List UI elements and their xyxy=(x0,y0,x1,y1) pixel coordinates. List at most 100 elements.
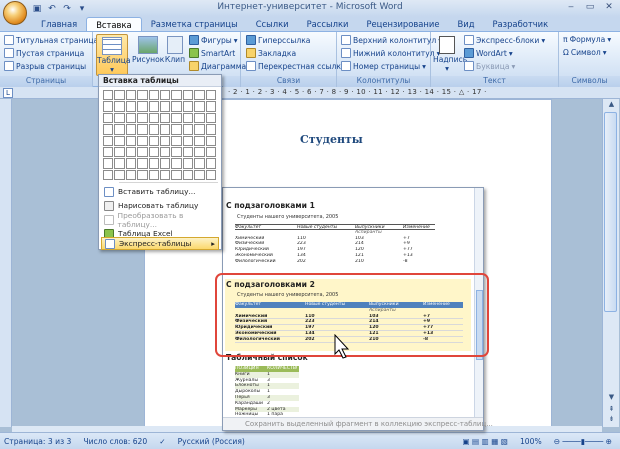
grid-cell[interactable] xyxy=(182,90,194,101)
wordart-button[interactable]: WordArt ▾ xyxy=(464,48,513,58)
minimize-icon[interactable]: ‒ xyxy=(562,1,580,14)
grid-cell[interactable] xyxy=(182,124,194,135)
quickparts-button[interactable]: Экспресс-блоки ▾ xyxy=(464,35,545,45)
grid-cell[interactable] xyxy=(194,146,205,158)
grid-cell[interactable] xyxy=(171,146,182,158)
bookmark-button[interactable]: Закладка xyxy=(246,48,296,58)
scroll-thumb[interactable] xyxy=(604,112,617,312)
next-page-icon[interactable]: ⇟ xyxy=(605,415,618,427)
grid-cell[interactable] xyxy=(125,135,137,146)
grid-cell[interactable] xyxy=(159,124,171,135)
scroll-down-icon[interactable]: ▼ xyxy=(605,393,618,405)
clip-button[interactable]: Клип xyxy=(163,34,187,76)
grid-cell[interactable] xyxy=(103,101,114,112)
grid-cell[interactable] xyxy=(159,101,171,112)
grid-cell[interactable] xyxy=(137,124,148,135)
grid-cell[interactable] xyxy=(171,90,182,101)
spellcheck-icon[interactable]: ✓ xyxy=(159,437,165,446)
tab-selector-icon[interactable]: L xyxy=(3,88,13,98)
table-grid-picker[interactable] xyxy=(103,90,216,181)
grid-cell[interactable] xyxy=(148,124,159,135)
tab-home[interactable]: Главная xyxy=(32,17,86,32)
grid-cell[interactable] xyxy=(171,112,182,124)
word-count[interactable]: Число слов: 620 xyxy=(83,437,147,446)
tab-mailings[interactable]: Рассылки xyxy=(298,17,358,32)
grid-cell[interactable] xyxy=(194,124,205,135)
grid-cell[interactable] xyxy=(194,101,205,112)
shapes-button[interactable]: Фигуры ▾ xyxy=(189,35,238,45)
grid-cell[interactable] xyxy=(114,146,125,158)
grid-cell[interactable] xyxy=(205,158,216,169)
grid-cell[interactable] xyxy=(159,112,171,124)
zoom-slider[interactable]: ⊖ ────▮──── ⊕ xyxy=(554,437,612,446)
grid-cell[interactable] xyxy=(159,158,171,169)
tab-view[interactable]: Вид xyxy=(449,17,484,32)
header-button[interactable]: Верхний колонтитул▾ xyxy=(341,35,442,45)
grid-cell[interactable] xyxy=(114,90,125,101)
grid-cell[interactable] xyxy=(137,158,148,169)
grid-cell[interactable] xyxy=(171,101,182,112)
grid-cell[interactable] xyxy=(103,146,114,158)
textbox-button[interactable]: Надпись ▾ xyxy=(433,34,467,76)
grid-cell[interactable] xyxy=(171,158,182,169)
tab-references[interactable]: Ссылки xyxy=(247,17,298,32)
grid-cell[interactable] xyxy=(148,112,159,124)
grid-cell[interactable] xyxy=(137,90,148,101)
grid-cell[interactable] xyxy=(114,112,125,124)
grid-cell[interactable] xyxy=(171,169,182,181)
grid-cell[interactable] xyxy=(159,146,171,158)
symbol-button[interactable]: Ω Символ ▾ xyxy=(563,48,607,57)
grid-cell[interactable] xyxy=(137,135,148,146)
grid-cell[interactable] xyxy=(125,158,137,169)
page-number-button[interactable]: Номер страницы ▾ xyxy=(341,61,426,71)
grid-cell[interactable] xyxy=(148,101,159,112)
grid-cell[interactable] xyxy=(182,169,194,181)
grid-cell[interactable] xyxy=(114,135,125,146)
hyperlink-button[interactable]: Гиперссылка xyxy=(246,35,310,45)
crossref-button[interactable]: Перекрестная ссылка xyxy=(246,61,346,71)
grid-cell[interactable] xyxy=(103,124,114,135)
grid-cell[interactable] xyxy=(114,101,125,112)
grid-cell[interactable] xyxy=(182,101,194,112)
page-break-button[interactable]: Разрыв страницы xyxy=(4,61,86,71)
grid-cell[interactable] xyxy=(148,90,159,101)
grid-cell[interactable] xyxy=(205,124,216,135)
grid-cell[interactable] xyxy=(103,135,114,146)
grid-cell[interactable] xyxy=(182,158,194,169)
grid-cell[interactable] xyxy=(114,124,125,135)
grid-cell[interactable] xyxy=(114,169,125,181)
grid-cell[interactable] xyxy=(205,169,216,181)
grid-cell[interactable] xyxy=(137,112,148,124)
grid-cell[interactable] xyxy=(182,112,194,124)
maximize-icon[interactable]: ▭ xyxy=(581,1,599,14)
close-icon[interactable]: ✕ xyxy=(600,1,618,14)
grid-cell[interactable] xyxy=(194,112,205,124)
grid-cell[interactable] xyxy=(205,112,216,124)
table-button[interactable]: Таблица ▾ xyxy=(96,34,131,76)
grid-cell[interactable] xyxy=(159,90,171,101)
grid-cell[interactable] xyxy=(194,158,205,169)
grid-cell[interactable] xyxy=(148,135,159,146)
quick-tables-item[interactable]: Экспресс-таблицы ▸ xyxy=(101,237,219,250)
view-buttons[interactable]: ▣ ▤ ▥ ▦ ▧ xyxy=(462,437,508,446)
grid-cell[interactable] xyxy=(194,169,205,181)
grid-cell[interactable] xyxy=(205,135,216,146)
grid-cell[interactable] xyxy=(137,146,148,158)
grid-cell[interactable] xyxy=(137,169,148,181)
scroll-up-icon[interactable]: ▲ xyxy=(605,100,618,112)
picture-button[interactable]: Рисунок xyxy=(132,34,164,76)
equation-button[interactable]: π Формула ▾ xyxy=(563,35,611,44)
grid-cell[interactable] xyxy=(103,169,114,181)
tab-review[interactable]: Рецензирование xyxy=(357,17,448,32)
page-count[interactable]: Страница: 3 из 3 xyxy=(4,437,71,446)
grid-cell[interactable] xyxy=(125,112,137,124)
grid-cell[interactable] xyxy=(125,146,137,158)
grid-cell[interactable] xyxy=(194,135,205,146)
grid-cell[interactable] xyxy=(103,158,114,169)
zoom-level[interactable]: 100% xyxy=(520,437,542,446)
grid-cell[interactable] xyxy=(125,101,137,112)
grid-cell[interactable] xyxy=(182,135,194,146)
language[interactable]: Русский (Россия) xyxy=(178,437,245,446)
grid-cell[interactable] xyxy=(103,90,114,101)
tab-page-layout[interactable]: Разметка страницы xyxy=(142,17,247,32)
